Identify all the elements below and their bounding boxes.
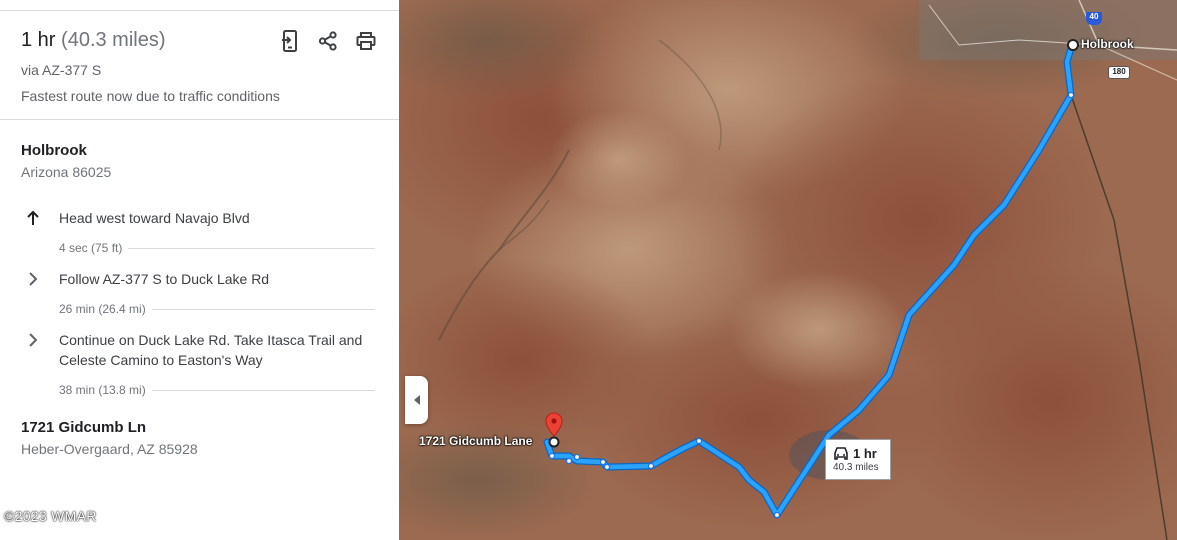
origin-section: Holbrook Arizona 86025 [21,142,111,180]
us-route-shield-number: 180 [1112,67,1126,76]
origin-map-label[interactable]: Holbrook [1081,37,1134,51]
panel-top-divider [0,10,399,11]
origin-marker [1067,39,1079,51]
step-text: Continue on Duck Lake Rd. Take Itasca Tr… [59,332,363,368]
send-to-phone-icon[interactable] [279,30,301,52]
us-route-shield: 180 [1108,66,1130,79]
route-note: Fastest route now due to traffic conditi… [21,88,280,104]
print-icon[interactable] [355,30,377,52]
step-meta: 26 min (26.4 mi) [59,302,375,316]
collapse-panel-button[interactable] [405,376,428,424]
route-info-callout[interactable]: 1 hr 40.3 miles [825,439,891,480]
step-meta: 38 min (13.8 mi) [59,383,375,397]
step-duration: 38 min (13.8 mi) [59,383,146,397]
destination-map-label[interactable]: 1721 Gidcumb Lane [419,434,532,448]
step-text: Head west toward Navajo Blvd [59,210,250,226]
interstate-shield-number: 40 [1089,12,1099,21]
chevron-right-icon[interactable] [21,269,45,289]
route-info-time-row: 1 hr [833,446,890,461]
car-icon [834,447,848,460]
watermark: ©2023 WMAR [4,508,97,524]
origin-name: Holbrook [21,142,87,159]
step-meta: 4 sec (75 ft) [59,241,375,255]
share-icon[interactable] [317,30,339,52]
route-distance: (40.3 miles) [61,29,166,51]
satellite-map[interactable]: 40 180 Holbrook 1721 Gidcumb Lane [399,0,1177,540]
summary-divider [0,119,399,120]
map-canvas [399,0,1177,540]
interstate-shield: 40 [1086,12,1102,25]
arrow-up-icon [21,208,45,228]
route-actions [279,30,377,52]
step-text: Follow AZ-377 S to Duck Lake Rd [59,271,270,287]
step-duration: 4 sec (75 ft) [59,241,123,255]
route-via: via AZ-377 S [21,62,102,78]
chevron-right-icon[interactable] [21,330,45,350]
destination-name: 1721 Gidcumb Ln [21,419,147,436]
step-duration: 26 min (26.4 mi) [59,302,146,316]
route-duration: 1 hr [21,29,56,51]
caret-left-icon [413,395,420,405]
directions-panel: 1 hr (40.3 miles) via AZ-377 S Fastest r… [0,0,399,540]
origin-address: Arizona 86025 [21,164,112,180]
destination-section: 1721 Gidcumb Ln Heber-Overgaard, AZ 8592… [21,419,198,457]
route-info-distance: 40.3 miles [833,462,879,473]
destination-address: Heber-Overgaard, AZ 85928 [21,441,198,457]
route-info-time: 1 hr [853,446,877,461]
